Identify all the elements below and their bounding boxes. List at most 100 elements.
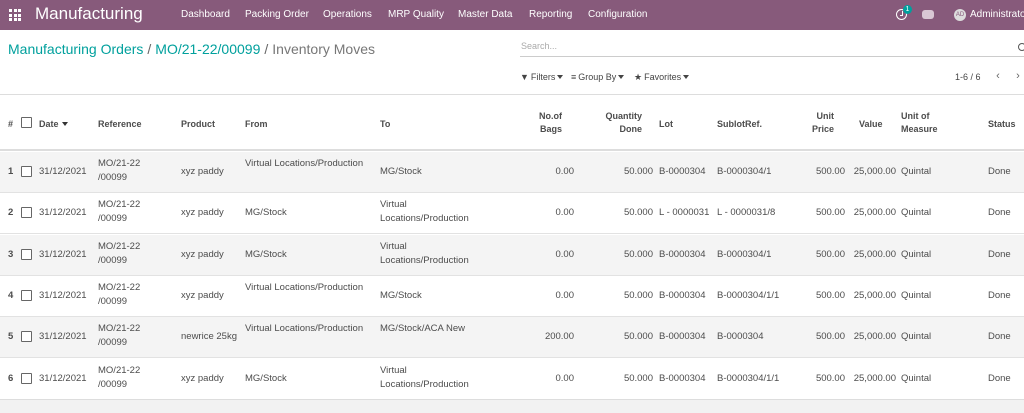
row-checkbox[interactable] xyxy=(21,331,32,342)
cell-product: xyz paddy xyxy=(181,249,224,260)
row-checkbox[interactable] xyxy=(21,249,32,260)
app-title[interactable]: Manufacturing xyxy=(35,4,143,24)
cell-reference: MO/21-22 /00099 xyxy=(98,323,141,348)
cell-lot: B-0000304 xyxy=(659,249,706,260)
row-checkbox[interactable] xyxy=(21,207,32,218)
cell-date: 31/12/2021 xyxy=(39,290,87,301)
cell-product: newrice 25kg xyxy=(181,331,237,342)
sort-desc-icon xyxy=(61,122,68,126)
cell-value: 25,000.00 xyxy=(853,290,896,301)
cell-unit-price: 500.00 xyxy=(815,373,845,384)
col-date[interactable]: Date xyxy=(39,118,68,131)
breadcrumb-separator: / xyxy=(147,41,152,57)
cell-sublot: B-0000304/1/1 xyxy=(717,373,780,384)
activity-count-badge: 1 xyxy=(903,5,912,14)
col-status[interactable]: Status xyxy=(988,118,1016,131)
menu-item-packing-order[interactable]: Packing Order xyxy=(245,9,309,20)
cell-value: 25,000.00 xyxy=(853,249,896,260)
breadcrumb: Manufacturing Orders / MO/21-22/00099/Inve… xyxy=(8,41,375,57)
table-row[interactable]: 3 31/12/2021 MO/21-22 /00099 xyz paddy MG/St… xyxy=(0,235,1024,276)
messaging-icon[interactable] xyxy=(922,10,934,19)
cell-sublot: B-0000304/1/1 xyxy=(717,290,780,301)
pager-previous-icon[interactable]: ‹ xyxy=(993,70,1003,82)
row-checkbox[interactable] xyxy=(21,290,32,301)
search-input[interactable] xyxy=(521,41,1001,51)
menu-item-reporting[interactable]: Reporting xyxy=(529,9,572,20)
col-sublot[interactable]: SublotRef. xyxy=(717,118,762,131)
cell-from: MG/Stock xyxy=(245,373,287,384)
col-number: # xyxy=(8,119,14,129)
cell-value: 25,000.00 xyxy=(853,373,896,384)
cell-bags: 0.00 xyxy=(555,373,575,384)
filters-button[interactable]: ▼ Filters xyxy=(520,72,564,82)
table-row[interactable]: 4 31/12/2021 MO/21-22 /00099 xyz paddy Virtu… xyxy=(0,276,1024,317)
table-row[interactable]: 2 31/12/2021 MO/21-22 /00099 xyz paddy MG/St… xyxy=(0,193,1024,234)
row-number: 1 xyxy=(8,166,14,177)
cell-date: 31/12/2021 xyxy=(39,249,87,260)
chevron-down-icon xyxy=(618,75,625,79)
cell-bags: 0.00 xyxy=(555,290,575,301)
pager-next-icon[interactable]: › xyxy=(1013,70,1023,82)
col-lot[interactable]: Lot xyxy=(659,118,673,131)
col-product[interactable]: Product xyxy=(181,118,215,131)
apps-menu-icon[interactable] xyxy=(9,9,21,21)
menu-item-dashboard[interactable]: Dashboard xyxy=(181,9,230,20)
cell-quantity-done: 50.000 xyxy=(623,290,653,301)
breadcrumb-separator: / xyxy=(264,41,269,57)
group-by-button[interactable]: ≡ Group By xyxy=(571,72,625,82)
col-unit-price[interactable]: Unit Price xyxy=(806,110,834,136)
cell-uom: Quintal xyxy=(901,166,932,177)
col-quantity-done[interactable]: Quantity Done xyxy=(596,110,642,136)
cell-lot: B-0000304 xyxy=(659,331,706,342)
col-value[interactable]: Value xyxy=(859,118,883,131)
select-all-checkbox[interactable] xyxy=(21,117,32,128)
row-checkbox[interactable] xyxy=(21,373,32,384)
cell-value: 25,000.00 xyxy=(853,166,896,177)
menu-item-master-data[interactable]: Master Data xyxy=(458,9,512,20)
cell-sublot: B-0000304/1 xyxy=(717,166,772,177)
table-header: # Date Reference Product From To No.of B… xyxy=(0,95,1024,151)
table-row[interactable]: 6 31/12/2021 MO/21-22 /00099 xyz paddy MG/St… xyxy=(0,359,1024,400)
list-icon: ≡ xyxy=(571,72,577,82)
cell-quantity-done: 50.000 xyxy=(623,207,653,218)
menu-item-configuration[interactable]: Configuration xyxy=(588,9,647,20)
cell-from: Virtual Locations/Production xyxy=(245,158,364,169)
user-menu[interactable]: Administrator xyxy=(970,9,1024,20)
cell-lot: B-0000304 xyxy=(659,290,706,301)
cell-bags: 200.00 xyxy=(544,331,574,342)
cell-quantity-done: 50.000 xyxy=(623,373,653,384)
cell-unit-price: 500.00 xyxy=(815,207,845,218)
row-number: 3 xyxy=(8,249,14,260)
cell-status: Done xyxy=(988,166,1011,177)
row-number: 2 xyxy=(8,207,14,218)
cell-uom: Quintal xyxy=(901,249,932,260)
col-bags[interactable]: No.of Bags xyxy=(522,110,562,136)
col-unit-of-measure[interactable]: Unit of Measure xyxy=(901,110,951,136)
col-to[interactable]: To xyxy=(380,118,390,131)
col-from[interactable]: From xyxy=(245,118,268,131)
row-checkbox[interactable] xyxy=(21,166,32,177)
breadcrumb-order[interactable]: MO/21-22/00099 xyxy=(155,41,260,57)
cell-bags: 0.00 xyxy=(555,249,575,260)
breadcrumb-current: Inventory Moves xyxy=(272,41,375,57)
cell-unit-price: 500.00 xyxy=(815,331,845,342)
group-by-label: Group By xyxy=(578,72,617,82)
col-reference[interactable]: Reference xyxy=(98,118,142,131)
table-row[interactable]: 1 31/12/2021 MO/21-22 /00099 xyz paddy Virtu… xyxy=(0,152,1024,193)
chevron-down-icon xyxy=(683,75,690,79)
table-row[interactable]: 5 31/12/2021 MO/21-22 /00099 newrice 25kg Vi… xyxy=(0,317,1024,358)
cell-from: MG/Stock xyxy=(245,249,287,260)
menu-item-operations[interactable]: Operations xyxy=(323,9,372,20)
favorites-button[interactable]: ★ Favorites xyxy=(634,72,690,83)
menu-item-mrp-quality[interactable]: MRP Quality xyxy=(388,9,444,20)
avatar[interactable]: AD xyxy=(954,9,966,21)
pager-value[interactable]: 1-6 / 6 xyxy=(955,72,981,82)
cell-from: MG/Stock xyxy=(245,207,287,218)
cell-uom: Quintal xyxy=(901,331,932,342)
cell-to: MG/Stock/ACA New xyxy=(380,323,465,334)
breadcrumb-manufacturing-orders[interactable]: Manufacturing Orders xyxy=(8,41,143,57)
search-icon[interactable] xyxy=(1018,43,1024,51)
cell-uom: Quintal xyxy=(901,207,932,218)
cell-sublot: L - 0000031/8 xyxy=(717,207,776,218)
cell-reference: MO/21-22 /00099 xyxy=(98,282,141,307)
